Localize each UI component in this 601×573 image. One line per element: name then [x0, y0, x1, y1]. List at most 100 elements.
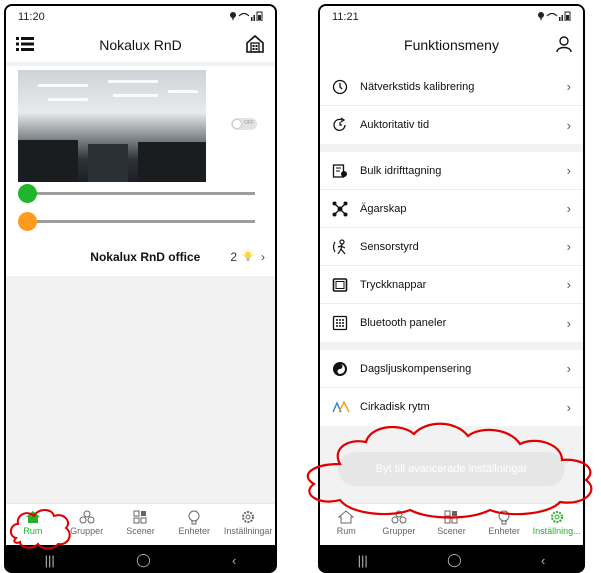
- page-title: Nokalux RnD: [99, 37, 182, 53]
- building-icon[interactable]: [245, 34, 265, 57]
- chevron-right-icon: ›: [566, 79, 571, 94]
- menu-item-tryckknappar[interactable]: Tryckknappar ›: [320, 266, 583, 304]
- chevron-right-icon: ›: [261, 250, 265, 264]
- clock-icon: [332, 78, 354, 96]
- room-card[interactable]: OFF Nokalux RnD office 2 ›: [6, 66, 275, 276]
- lightbulb-icon: [241, 248, 255, 266]
- menu-item-natverkstids-kalibrering[interactable]: Nätverkstids kalibrering ›: [320, 68, 583, 106]
- advanced-settings-button[interactable]: Byt till avancerade inställningar: [338, 452, 565, 486]
- menu-item-auktoritativ-tid[interactable]: Auktoritativ tid ›: [320, 106, 583, 144]
- menu-item-bulk-idrifttagning[interactable]: Bulk idrifttagning ›: [320, 152, 583, 190]
- ownership-icon: [332, 200, 354, 218]
- toggle-text: OFF: [244, 120, 254, 126]
- brightness-slider-thumb[interactable]: [18, 184, 37, 203]
- app-bar: Funktionsmeny: [320, 28, 583, 62]
- app-bar: Nokalux RnD: [6, 28, 275, 62]
- menu-item-label: Tryckknappar: [360, 278, 427, 291]
- nav-label: Scener: [126, 526, 155, 536]
- chevron-right-icon: ›: [566, 277, 571, 292]
- recent-apps-icon[interactable]: |||: [45, 553, 55, 568]
- nav-label: Inställningar: [223, 526, 273, 536]
- nav-enheter[interactable]: Enheter: [169, 508, 219, 536]
- groups-icon: [391, 508, 407, 526]
- menu-item-label: Bulk idrifttagning: [360, 164, 442, 177]
- menu-item-sensorstyrd[interactable]: Sensorstyrd ›: [320, 228, 583, 266]
- chevron-right-icon: ›: [566, 315, 571, 331]
- scenes-icon: [444, 508, 458, 526]
- nav-installningar[interactable]: Inställning...: [532, 508, 582, 536]
- left-screen: 11:20 Nokalux RnD OFF Nokalux RnD office…: [6, 6, 275, 545]
- nav-grupper[interactable]: Grupper: [374, 508, 424, 536]
- nav-installningar[interactable]: Inställningar: [223, 508, 273, 536]
- circadian-icon: [332, 398, 354, 416]
- menu-item-cirkadisk-rytm[interactable]: Cirkadisk rytm ›: [320, 388, 583, 426]
- android-nav-bar: ||| ◯ ‹: [4, 547, 277, 573]
- pushbutton-icon: [332, 276, 354, 294]
- nav-label: Rum: [336, 526, 356, 536]
- menu-item-label: Auktoritativ tid: [360, 119, 430, 131]
- nav-scener[interactable]: Scener: [426, 508, 476, 536]
- nav-label: Enheter: [178, 526, 211, 536]
- room-photo: [18, 70, 206, 182]
- chevron-right-icon: ›: [566, 361, 571, 376]
- nav-enheter[interactable]: Enheter: [479, 508, 529, 536]
- status-bar: 11:21: [320, 6, 583, 28]
- status-icons: [537, 11, 571, 24]
- menu-group-devices: Bulk idrifttagning › Ägarskap › Sensorst…: [320, 152, 583, 342]
- toggle-knob: [232, 119, 242, 129]
- brightness-slider[interactable]: [18, 184, 255, 203]
- nav-label: Enheter: [488, 526, 520, 536]
- room-name: Nokalux RnD office: [90, 250, 201, 264]
- sensor-icon: [332, 238, 354, 256]
- color-temperature-slider[interactable]: [18, 212, 255, 231]
- nav-grupper[interactable]: Grupper: [62, 508, 112, 536]
- nav-label: Grupper: [70, 526, 104, 536]
- status-time: 11:20: [18, 11, 45, 23]
- room-light-count: 2: [230, 250, 237, 264]
- status-icons: [229, 11, 263, 24]
- menu-item-dagsljuskompensering[interactable]: Dagsljuskompensering ›: [320, 350, 583, 388]
- scenes-icon: [133, 508, 147, 526]
- phone-right: 11:21 Funktionsmeny Nätverkstids kalibre…: [318, 4, 585, 573]
- nav-label: Scener: [437, 526, 466, 536]
- bulb-icon: [498, 508, 510, 526]
- bluetooth-panel-icon: [332, 314, 354, 332]
- nav-scener[interactable]: Scener: [115, 508, 165, 536]
- menu-item-label: Dagsljuskompensering: [360, 362, 472, 375]
- room-row[interactable]: Nokalux RnD office 2 ›: [6, 246, 275, 268]
- android-nav-bar: ||| ◯ ‹: [318, 547, 585, 573]
- menu-item-agarskap[interactable]: Ägarskap ›: [320, 190, 583, 228]
- bulb-icon: [188, 508, 200, 526]
- android-home-icon[interactable]: ◯: [447, 552, 462, 568]
- bulk-commission-icon: [332, 162, 354, 180]
- android-back-icon[interactable]: ‹: [232, 553, 236, 568]
- nav-label: Grupper: [382, 526, 416, 536]
- user-icon[interactable]: [555, 35, 573, 56]
- right-screen: 11:21 Funktionsmeny Nätverkstids kalibre…: [320, 6, 583, 545]
- menu-group-time: Nätverkstids kalibrering › Auktoritativ …: [320, 68, 583, 144]
- menu-item-label: Ägarskap: [360, 202, 407, 215]
- daylight-icon: [332, 360, 354, 378]
- chevron-right-icon: ›: [566, 201, 571, 216]
- settings-icon: [241, 508, 255, 526]
- menu-list-icon[interactable]: [16, 37, 34, 54]
- android-back-icon[interactable]: ‹: [541, 553, 545, 568]
- nav-rum[interactable]: Rum: [321, 508, 371, 536]
- refresh-clock-icon: [332, 116, 354, 134]
- status-bar: 11:20: [6, 6, 275, 28]
- android-home-icon[interactable]: ◯: [136, 552, 151, 568]
- chevron-right-icon: ›: [566, 399, 571, 415]
- color-temperature-slider-thumb[interactable]: [18, 212, 37, 231]
- recent-apps-icon[interactable]: |||: [358, 553, 368, 568]
- nav-label: Rum: [23, 526, 43, 536]
- menu-item-label: Sensorstyrd: [360, 240, 419, 253]
- nav-rum[interactable]: Rum: [8, 508, 58, 536]
- menu-item-label: Nätverkstids kalibrering: [360, 80, 475, 93]
- page-title: Funktionsmeny: [404, 37, 499, 53]
- room-power-toggle[interactable]: OFF: [231, 118, 257, 130]
- menu-item-label: Bluetooth paneler: [360, 317, 447, 329]
- menu-item-bluetooth-paneler[interactable]: Bluetooth paneler ›: [320, 304, 583, 342]
- settings-icon: [550, 508, 564, 526]
- home-icon: [25, 508, 41, 526]
- phone-left: 11:20 Nokalux RnD OFF Nokalux RnD office…: [4, 4, 277, 573]
